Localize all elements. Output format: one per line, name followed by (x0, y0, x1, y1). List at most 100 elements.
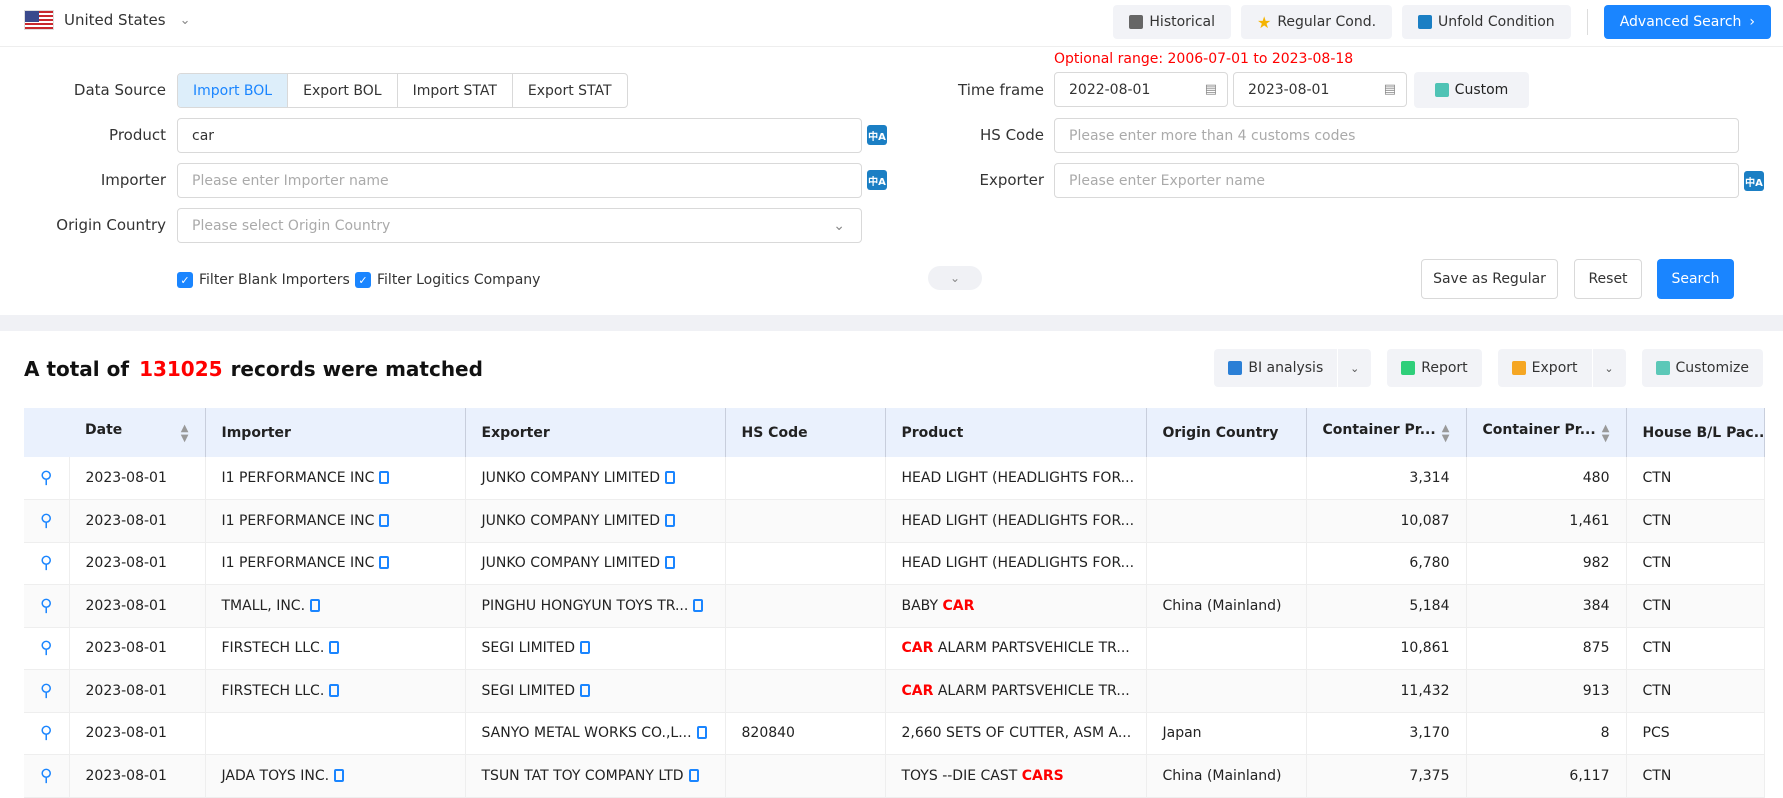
view-detail-icon[interactable]: ⚲ (24, 542, 70, 585)
results-prefix: A total of (24, 357, 130, 381)
cell-exporter[interactable]: PINGHU HONGYUN TOYS TR... (465, 584, 726, 628)
copy-icon[interactable] (579, 683, 590, 697)
copy-icon[interactable] (665, 556, 676, 570)
cell-importer[interactable]: FIRSTECH LLC. (205, 627, 466, 670)
exporter-name[interactable]: SEGI LIMITED (482, 683, 575, 699)
exporter-name[interactable]: PINGHU HONGYUN TOYS TR... (482, 598, 689, 614)
sort-icon[interactable]: ▲ ▼ (1602, 423, 1610, 444)
divider (1586, 9, 1588, 35)
exporter-name[interactable]: SANYO METAL WORKS CO.,L... (482, 725, 692, 741)
cell-exporter[interactable]: JUNKO COMPANY LIMITED (465, 499, 726, 543)
filter-blank-importers-checkbox[interactable]: ✓ Filter Blank Importers (177, 272, 350, 288)
origin-country-select[interactable]: Please select Origin Country ⌄ (177, 208, 862, 243)
bi-dropdown-button[interactable]: ⌄ (1337, 349, 1371, 387)
importer-name[interactable]: JADA TOYS INC. (222, 768, 330, 784)
header-container-1[interactable]: Container Pr... ▲ ▼ (1306, 408, 1467, 457)
translate-icon[interactable]: 中A (1744, 171, 1764, 191)
cell-package-type: CTN (1626, 584, 1765, 628)
exporter-name[interactable]: TSUN TAT TOY COMPANY LTD (482, 768, 684, 784)
cell-container-1: 11,432 (1306, 669, 1467, 713)
tab-export-stat[interactable]: Export STAT (513, 74, 627, 107)
country-selector[interactable]: United States ⌄ (24, 10, 190, 30)
cell-importer[interactable]: I1 PERFORMANCE INC (205, 542, 466, 585)
export-dropdown-button[interactable]: ⌄ (1591, 349, 1626, 387)
importer-name[interactable]: TMALL, INC. (222, 598, 306, 614)
cell-container-1: 10,861 (1306, 627, 1467, 670)
hs-code-input[interactable]: Please enter more than 4 customs codes (1054, 118, 1739, 153)
copy-icon[interactable] (665, 471, 676, 484)
importer-name[interactable]: I1 PERFORMANCE INC (222, 555, 375, 571)
importer-name[interactable]: I1 PERFORMANCE INC (222, 513, 375, 529)
product-input[interactable]: car (177, 118, 862, 153)
expand-conditions-toggle[interactable]: ⌄ (928, 266, 982, 290)
data-source-tabs: Import BOL Export BOL Import STAT Export… (177, 73, 628, 108)
export-button[interactable]: Export (1498, 349, 1592, 387)
copy-icon[interactable] (688, 768, 699, 782)
view-detail-icon[interactable]: ⚲ (24, 627, 70, 670)
translate-icon[interactable]: 中A (867, 170, 887, 190)
copy-icon[interactable] (665, 513, 676, 527)
cell-exporter[interactable]: SEGI LIMITED (465, 627, 726, 670)
search-button[interactable]: Search (1657, 259, 1734, 299)
tab-import-bol[interactable]: Import BOL (178, 74, 289, 107)
report-button[interactable]: Report (1387, 349, 1482, 387)
importer-name[interactable]: FIRSTECH LLC. (222, 640, 325, 656)
view-detail-icon[interactable]: ⚲ (24, 712, 70, 755)
regular-cond-button[interactable]: ★ Regular Cond. (1240, 5, 1393, 39)
copy-icon[interactable] (696, 726, 707, 740)
unfold-condition-button[interactable]: Unfold Condition (1402, 5, 1571, 39)
cell-exporter[interactable]: SEGI LIMITED (465, 669, 726, 713)
copy-icon[interactable] (379, 556, 390, 570)
save-as-regular-button[interactable]: Save as Regular (1421, 259, 1558, 299)
exporter-name[interactable]: JUNKO COMPANY LIMITED (482, 470, 661, 486)
header-date[interactable]: Date ▲ ▼ (69, 408, 206, 457)
importer-input[interactable]: Please enter Importer name (177, 163, 862, 198)
translate-icon[interactable]: 中A (867, 125, 887, 145)
importer-name[interactable]: I1 PERFORMANCE INC (222, 470, 375, 486)
cell-importer[interactable]: I1 PERFORMANCE INC (205, 457, 466, 500)
exporter-input[interactable]: Please enter Exporter name (1054, 163, 1739, 198)
top-bar: United States ⌄ Historical ★ Regular Con… (0, 0, 1783, 47)
historical-button[interactable]: Historical (1113, 5, 1231, 39)
exporter-name[interactable]: SEGI LIMITED (482, 640, 575, 656)
tab-import-stat[interactable]: Import STAT (398, 74, 513, 107)
view-detail-icon[interactable]: ⚲ (24, 669, 70, 713)
header-container-2[interactable]: Container Pr... ▲ ▼ (1466, 408, 1627, 457)
reset-button[interactable]: Reset (1574, 259, 1642, 299)
copy-icon[interactable] (334, 768, 345, 782)
exporter-name[interactable]: JUNKO COMPANY LIMITED (482, 513, 661, 529)
tab-export-bol[interactable]: Export BOL (288, 74, 398, 107)
copy-icon[interactable] (379, 471, 390, 484)
date-to-input[interactable]: 2023-08-01 ▤ (1233, 72, 1407, 107)
exporter-name[interactable]: JUNKO COMPANY LIMITED (482, 555, 661, 571)
custom-range-button[interactable]: Custom (1414, 72, 1529, 108)
advanced-search-button[interactable]: Advanced Search › (1603, 5, 1771, 39)
cell-importer[interactable]: I1 PERFORMANCE INC (205, 499, 466, 543)
copy-icon[interactable] (329, 641, 340, 655)
copy-icon[interactable] (693, 598, 704, 612)
view-detail-icon[interactable]: ⚲ (24, 457, 70, 500)
cell-exporter[interactable]: SANYO METAL WORKS CO.,L... (465, 712, 726, 755)
filter-logistics-label: Filter Logitics Company (377, 272, 541, 288)
sort-icon[interactable]: ▲ ▼ (1442, 423, 1450, 444)
copy-icon[interactable] (579, 641, 590, 655)
date-from-input[interactable]: 2022-08-01 ▤ (1054, 72, 1228, 107)
checkbox-checked-icon: ✓ (177, 272, 193, 288)
copy-icon[interactable] (329, 683, 340, 697)
view-detail-icon[interactable]: ⚲ (24, 499, 70, 543)
copy-icon[interactable] (310, 598, 321, 612)
filter-logistics-checkbox[interactable]: ✓ Filter Logitics Company (355, 272, 540, 288)
customize-columns-icon (1655, 361, 1670, 375)
importer-name[interactable]: FIRSTECH LLC. (222, 683, 325, 699)
customize-button[interactable]: Customize (1641, 349, 1763, 387)
cell-exporter[interactable]: JUNKO COMPANY LIMITED (465, 457, 726, 500)
cell-importer[interactable]: FIRSTECH LLC. (205, 669, 466, 713)
copy-icon[interactable] (379, 513, 390, 527)
cell-importer[interactable] (205, 712, 466, 755)
view-detail-icon[interactable]: ⚲ (24, 584, 70, 628)
cell-container-2: 480 (1466, 457, 1627, 500)
cell-importer[interactable]: TMALL, INC. (205, 584, 466, 628)
bi-analysis-button[interactable]: BI analysis (1214, 349, 1337, 387)
cell-exporter[interactable]: JUNKO COMPANY LIMITED (465, 542, 726, 585)
sort-icon[interactable]: ▲ ▼ (181, 423, 189, 444)
